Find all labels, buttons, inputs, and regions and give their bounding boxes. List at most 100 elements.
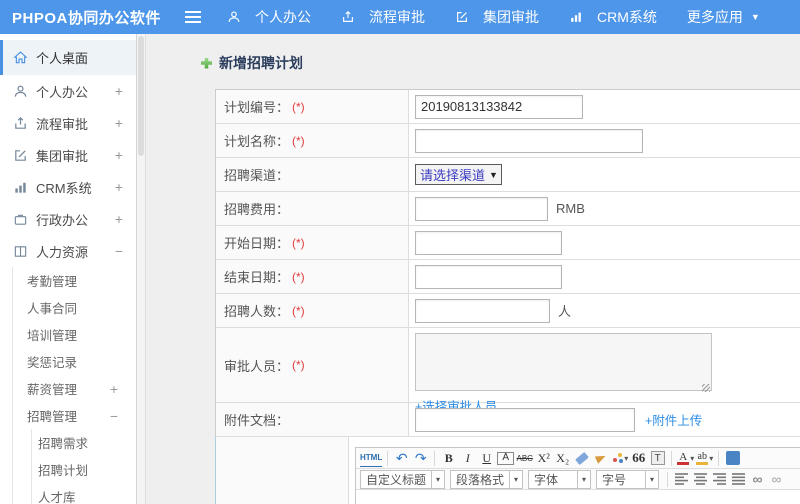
toolbar-separator — [671, 450, 673, 466]
form-field-cell: RMB — [409, 192, 800, 225]
font-family-dropdown[interactable]: 字体 ▾ — [528, 469, 592, 489]
form-row-end-date: 结束日期： (*) — [215, 260, 800, 294]
italic-button[interactable]: I — [459, 449, 476, 467]
upload-attachment-link[interactable]: +附件上传 — [645, 410, 702, 429]
sidebar-item-label: 个人办公 — [36, 84, 89, 100]
sidebar-item-salary[interactable]: 薪资管理 + — [13, 375, 136, 402]
form-row-content-editor: HTML ↶ ↷ B I U A ABC X² X₂ ▾ 66 T A ▾ ab… — [215, 437, 800, 504]
menu-toggle-icon[interactable] — [185, 11, 201, 23]
unit-suffix: 人 — [558, 304, 572, 319]
expand-icon[interactable]: + — [115, 147, 123, 163]
insert-image-button[interactable] — [724, 449, 741, 467]
remove-link-button[interactable]: ∞ — [768, 470, 785, 488]
font-color-button[interactable]: A ▾ — [677, 449, 694, 467]
sidebar-item-attendance[interactable]: 考勤管理 — [13, 267, 136, 294]
sidebar-item-recruit-demand[interactable]: 招聘需求 — [32, 429, 136, 456]
plan-no-input[interactable] — [415, 94, 583, 119]
image-icon — [725, 451, 740, 465]
expand-icon[interactable]: + — [115, 211, 123, 227]
start-date-input[interactable] — [415, 230, 562, 255]
sidebar-item-group-approval[interactable]: 集团审批 + — [0, 139, 136, 171]
bold-button[interactable]: B — [440, 449, 457, 467]
chain-broken-icon: ∞ — [771, 471, 782, 487]
expand-icon[interactable]: + — [115, 83, 123, 99]
paste-as-text-button[interactable]: T — [649, 449, 666, 467]
collapse-icon[interactable]: − — [110, 408, 118, 424]
sidebar-item-personal-office[interactable]: 个人办公 + — [0, 75, 136, 107]
channel-select[interactable]: 请选择渠道 ▼ — [415, 164, 502, 185]
clipboard-icon: T — [650, 451, 665, 465]
sidebar-item-process-approval[interactable]: 流程审批 + — [0, 107, 136, 139]
app-logo[interactable]: PHPOA协同办公软件 — [0, 7, 185, 28]
format-painter-button[interactable] — [592, 449, 609, 467]
sidebar-item-training[interactable]: 培训管理 — [13, 321, 136, 348]
align-justify-button[interactable] — [730, 470, 747, 488]
strikethrough-button[interactable]: ABC — [516, 449, 533, 467]
approvers-textarea-wrap — [415, 333, 712, 394]
paragraph-format-dropdown[interactable]: 段落格式 ▾ — [450, 469, 524, 489]
cost-input[interactable] — [415, 196, 548, 221]
plan-name-input[interactable] — [415, 128, 643, 153]
blockquote-button[interactable]: 66 — [630, 449, 647, 467]
align-right-button[interactable] — [711, 470, 728, 488]
sidebar-item-label: 人力资源 — [36, 244, 89, 260]
chevron-down-icon: ▼ — [489, 169, 498, 180]
undo-button[interactable]: ↶ — [393, 449, 410, 467]
required-marker: (*) — [292, 303, 305, 318]
superscript-button[interactable]: X² — [535, 449, 552, 467]
form-row-approvers: 审批人员： (*) +选择审批人员 — [215, 328, 800, 414]
sidebar-item-admin-office[interactable]: 行政办公 + — [0, 203, 136, 235]
sidebar-item-reward-punishment[interactable]: 奖惩记录 — [13, 348, 136, 375]
highlight-color-button[interactable]: ab ▾ — [696, 449, 713, 467]
form-row-headcount: 招聘人数： (*) 人 — [215, 294, 800, 328]
nav-label: 流程审批 — [369, 9, 425, 25]
form-label-cell: 计划编号： (*) — [216, 90, 409, 123]
expand-icon[interactable]: + — [115, 115, 123, 131]
approvers-textarea[interactable] — [415, 333, 712, 391]
align-left-button[interactable] — [673, 470, 690, 488]
chevron-down-icon: ▾ — [431, 470, 444, 488]
style-wand-button[interactable]: ▾ — [611, 449, 628, 467]
collapse-icon[interactable]: − — [115, 243, 123, 259]
sidebar-item-recruit-plan[interactable]: 招聘计划 — [32, 456, 136, 483]
dropdown-value: 自定义标题 — [366, 472, 427, 487]
editor-toolbar-row2: 自定义标题 ▾ 段落格式 ▾ 字体 ▾ 字号 ▾ ∞ ∞ — [356, 469, 800, 490]
scrollbar-thumb[interactable] — [138, 36, 144, 156]
end-date-input[interactable] — [415, 264, 562, 289]
expand-icon[interactable]: + — [115, 179, 123, 195]
custom-title-dropdown[interactable]: 自定义标题 ▾ — [360, 469, 446, 489]
sidebar-item-crm[interactable]: CRM系统 + — [0, 171, 136, 203]
redo-button[interactable]: ↷ — [412, 449, 429, 467]
sidebar-item-label: 招聘计划 — [38, 464, 89, 478]
sidebar-item-personal-desktop[interactable]: 个人桌面 — [0, 40, 136, 75]
form-row-attachment: 附件文档： +附件上传 — [215, 403, 800, 437]
sidebar-item-hr-contract[interactable]: 人事合同 — [13, 294, 136, 321]
subscript-button[interactable]: X₂ — [554, 449, 571, 467]
sidebar-item-talent-pool[interactable]: 人才库 — [32, 483, 136, 504]
html-source-button[interactable]: HTML — [360, 449, 383, 467]
sidebar-item-recruitment[interactable]: 招聘管理 − — [13, 402, 136, 429]
attachment-input[interactable] — [415, 407, 635, 432]
sidebar-scrollbar[interactable] — [137, 34, 146, 504]
process-icon — [13, 116, 28, 131]
nav-personal-office[interactable]: 个人办公 — [227, 7, 311, 27]
font-format-button[interactable]: A — [497, 451, 515, 465]
font-size-dropdown[interactable]: 字号 ▾ — [596, 469, 660, 489]
nav-more-apps[interactable]: 更多应用 ▼ — [687, 7, 760, 27]
nav-process-approval[interactable]: 流程审批 — [341, 7, 425, 27]
form-label-cell — [216, 437, 349, 504]
remove-format-button[interactable] — [573, 449, 590, 467]
underline-button[interactable]: U — [478, 449, 495, 467]
nav-label: CRM系统 — [597, 9, 657, 25]
insert-link-button[interactable]: ∞ — [749, 470, 766, 488]
editor-content-area[interactable] — [356, 490, 800, 504]
expand-icon[interactable]: + — [110, 381, 118, 397]
person-icon — [13, 84, 28, 99]
sidebar-item-human-resources[interactable]: 人力资源 − — [0, 235, 136, 267]
nav-group-approval[interactable]: 集团审批 — [455, 7, 539, 27]
headcount-input[interactable] — [415, 298, 550, 323]
form-label-cell: 招聘费用： — [216, 192, 409, 225]
nav-crm[interactable]: CRM系统 — [569, 7, 657, 27]
align-center-button[interactable] — [692, 470, 709, 488]
page-title: 新增招聘计划 — [201, 53, 800, 73]
